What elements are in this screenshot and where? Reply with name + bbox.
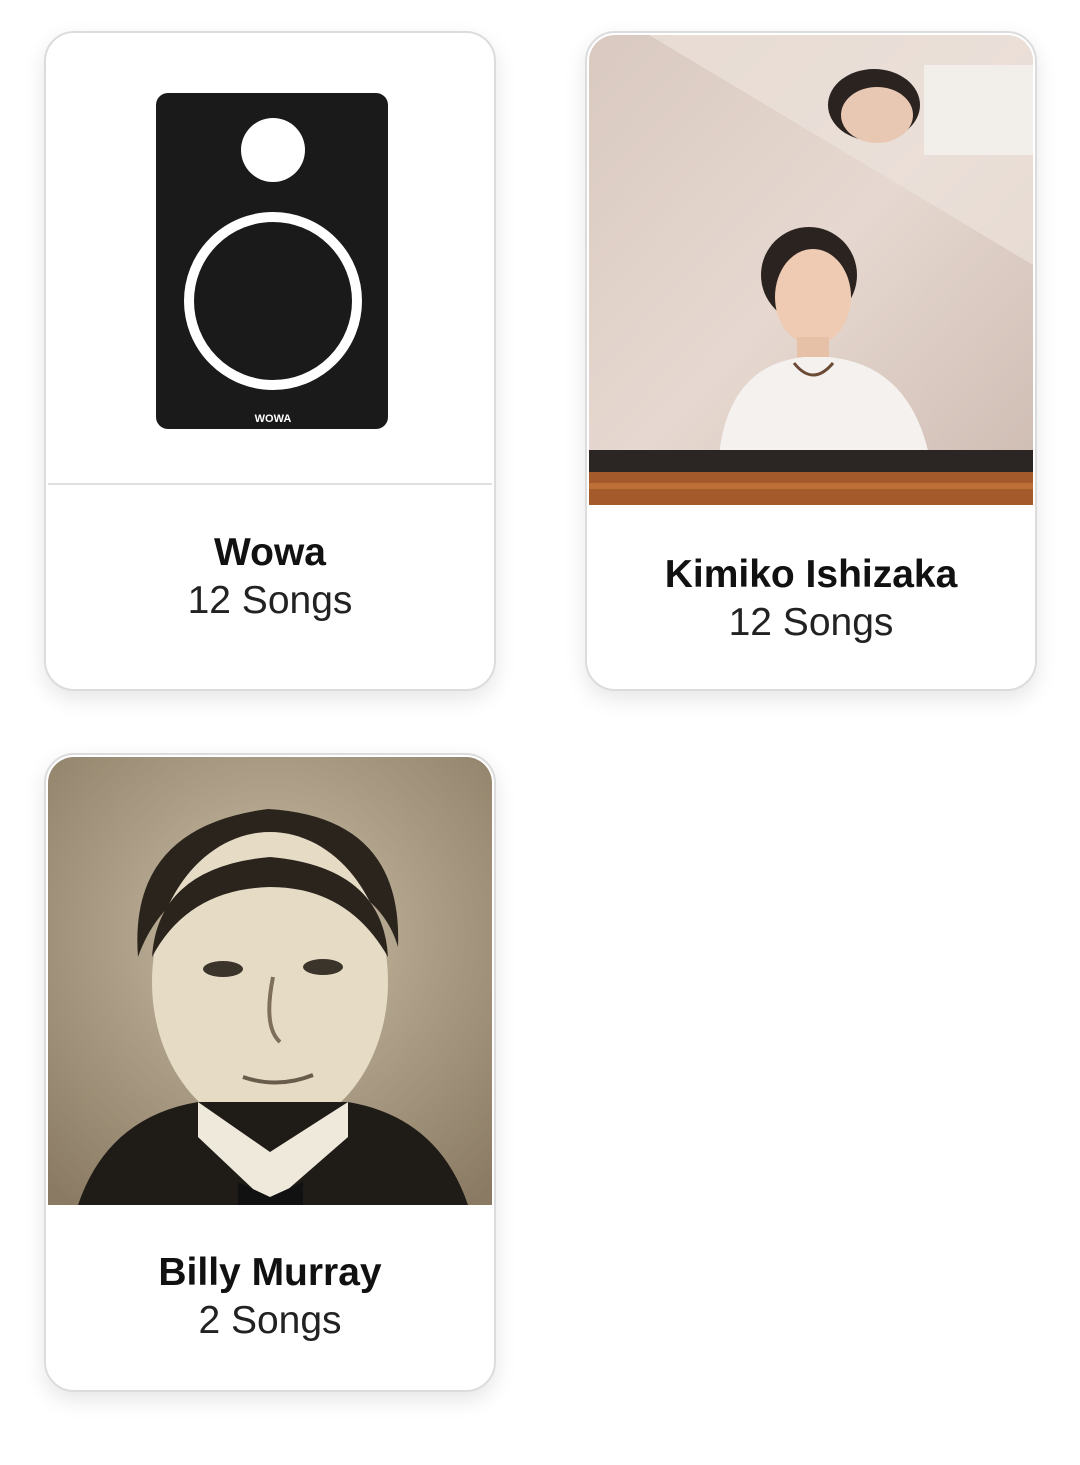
artist-grid: WOWA Wowa 12 Songs Kimiko Ishizaka 12 So… (0, 0, 1080, 1465)
song-count: 12 Songs (728, 601, 894, 644)
artist-card-kimiko-ishizaka[interactable]: Kimiko Ishizaka 12 Songs (585, 31, 1037, 691)
song-count: 2 Songs (198, 1299, 342, 1342)
artist-image-kimiko-ishizaka (589, 35, 1033, 505)
artist-name: Kimiko Ishizaka (664, 553, 958, 596)
artist-meta: Wowa 12 Songs (46, 529, 494, 625)
artist-image-billy-murray (48, 757, 492, 1205)
logo-text: WOWA (255, 413, 292, 425)
artist-name: Billy Murray (158, 1251, 382, 1294)
artist-meta: Kimiko Ishizaka 12 Songs (587, 551, 1035, 647)
artist-image-wowa: WOWA (48, 35, 492, 485)
artist-meta: Billy Murray 2 Songs (46, 1249, 494, 1345)
artist-card-wowa[interactable]: WOWA Wowa 12 Songs (44, 31, 496, 691)
song-count: 12 Songs (187, 579, 353, 622)
artist-name: Wowa (214, 531, 326, 574)
artist-card-billy-murray[interactable]: Billy Murray 2 Songs (44, 753, 496, 1392)
